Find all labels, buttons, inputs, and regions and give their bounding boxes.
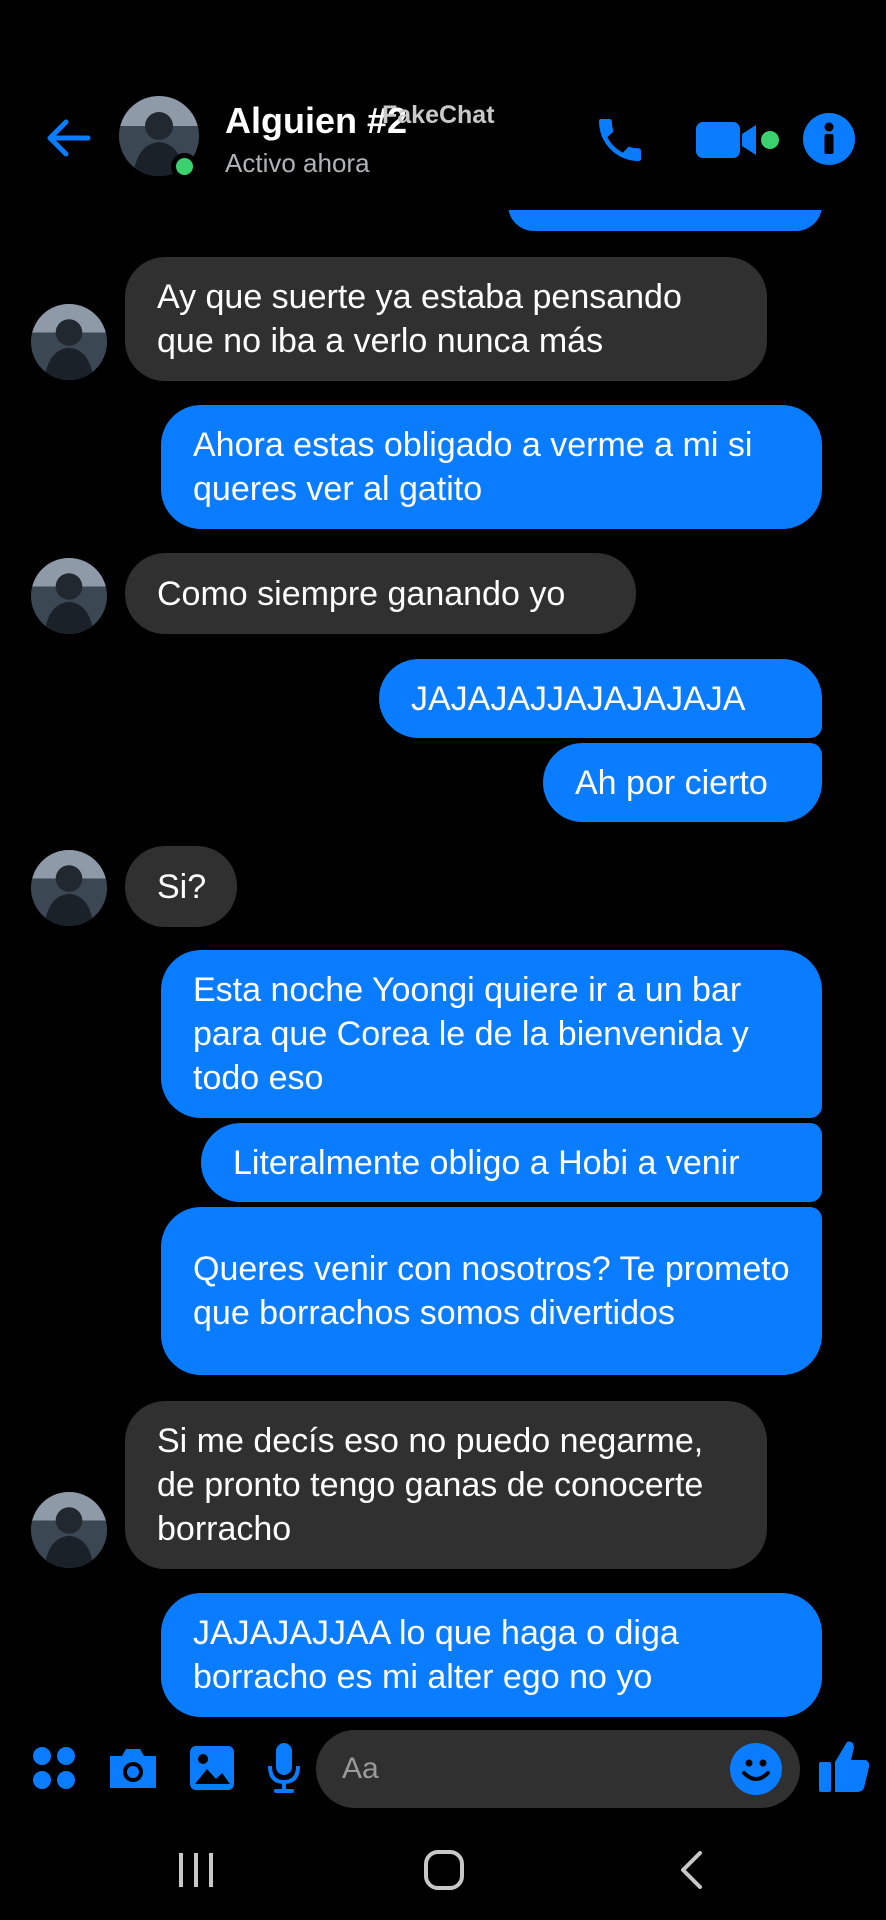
message-text: Si? [157, 867, 207, 906]
message-input-placeholder: Aa [342, 1752, 379, 1785]
back-nav-button[interactable] [664, 1846, 718, 1894]
camera-button[interactable] [104, 1740, 162, 1796]
phone-icon [599, 119, 641, 161]
sender-avatar[interactable] [31, 1492, 107, 1568]
message-text: Queres venir con nosotros? Te prometo qu… [193, 1250, 790, 1332]
message-text: Esta noche Yoongi quiere ir a un bar par… [193, 971, 749, 1097]
microphone-button[interactable] [262, 1738, 306, 1798]
message-bubble-outgoing[interactable]: Ahora estas obligado a verme a mi si que… [161, 405, 822, 529]
like-button[interactable] [814, 1734, 874, 1800]
emoji-button[interactable] [730, 1743, 782, 1795]
chat-screen: Alguien #2 Activo ahora FakeChat Ay que … [0, 0, 886, 1920]
info-button[interactable] [803, 113, 855, 165]
four-dots-icon [33, 1747, 75, 1789]
smiley-icon [742, 1759, 770, 1781]
gallery-button[interactable] [184, 1740, 240, 1796]
sender-avatar[interactable] [31, 304, 107, 380]
camera-icon [110, 1749, 156, 1788]
message-text: Ay que suerte ya estaba pensando que no … [157, 278, 682, 360]
chevron-left-icon [681, 1851, 702, 1889]
message-text: JAJAJAJJAJAJAJAJA [411, 679, 746, 718]
message-text: Ahora estas obligado a verme a mi si que… [193, 426, 753, 508]
online-indicator [171, 153, 198, 180]
back-button[interactable] [40, 110, 96, 166]
message-text: Literalmente obligo a Hobi a venir [233, 1143, 740, 1182]
message-bubble-outgoing[interactable]: JAJAJAJJAJAJAJAJA [379, 659, 822, 738]
chat-header: Alguien #2 Activo ahora [0, 80, 886, 210]
call-button[interactable] [590, 110, 650, 170]
microphone-icon [268, 1743, 300, 1793]
message-text: Como siempre ganando yo [157, 574, 566, 613]
message-input[interactable]: Aa [316, 1730, 800, 1808]
apps-button[interactable] [28, 1742, 80, 1794]
message-bubble-outgoing[interactable]: Ah por cierto [543, 743, 822, 822]
contact-name[interactable]: Alguien #2 [225, 100, 407, 142]
recents-button[interactable] [166, 1846, 226, 1894]
recents-icon [179, 1853, 213, 1887]
message-bubble-incoming[interactable]: Si me decís eso no puedo negarme, de pro… [125, 1401, 767, 1569]
message-bubble-outgoing[interactable]: Esta noche Yoongi quiere ir a un bar par… [161, 950, 822, 1118]
sender-avatar[interactable] [31, 850, 107, 926]
message-bubble-outgoing[interactable]: JAJAJAJJAA lo que haga o diga borracho e… [161, 1593, 822, 1717]
message-text: JAJAJAJJAA lo que haga o diga borracho e… [193, 1614, 679, 1696]
message-bubble-incoming[interactable]: Ay que suerte ya estaba pensando que no … [125, 257, 767, 381]
message-bubble-outgoing[interactable]: Literalmente obligo a Hobi a venir [201, 1123, 822, 1202]
message-bubble-incoming[interactable]: Si? [125, 846, 237, 927]
home-icon [424, 1850, 464, 1890]
person-photo [31, 850, 107, 926]
info-icon [824, 122, 834, 154]
system-navigation-bar [0, 1820, 886, 1920]
sender-avatar[interactable] [31, 558, 107, 634]
watermark: FakeChat [382, 101, 495, 129]
video-call-button[interactable] [694, 116, 784, 164]
person-photo [31, 304, 107, 380]
message-bubble-incoming[interactable]: Como siempre ganando yo [125, 553, 636, 634]
arrow-left-icon [47, 119, 91, 157]
message-text: Si me decís eso no puedo negarme, de pro… [157, 1422, 704, 1548]
person-photo [31, 1492, 107, 1568]
message-text: Ah por cierto [575, 763, 768, 802]
home-button[interactable] [414, 1846, 474, 1894]
video-camera-icon [696, 122, 779, 158]
message-composer: Aa [0, 1718, 886, 1818]
contact-status: Activo ahora [225, 148, 370, 178]
person-photo [31, 558, 107, 634]
message-bubble-outgoing[interactable]: Queres venir con nosotros? Te prometo qu… [161, 1207, 822, 1375]
image-icon [190, 1746, 234, 1790]
thumbs-up-icon [819, 1741, 870, 1792]
